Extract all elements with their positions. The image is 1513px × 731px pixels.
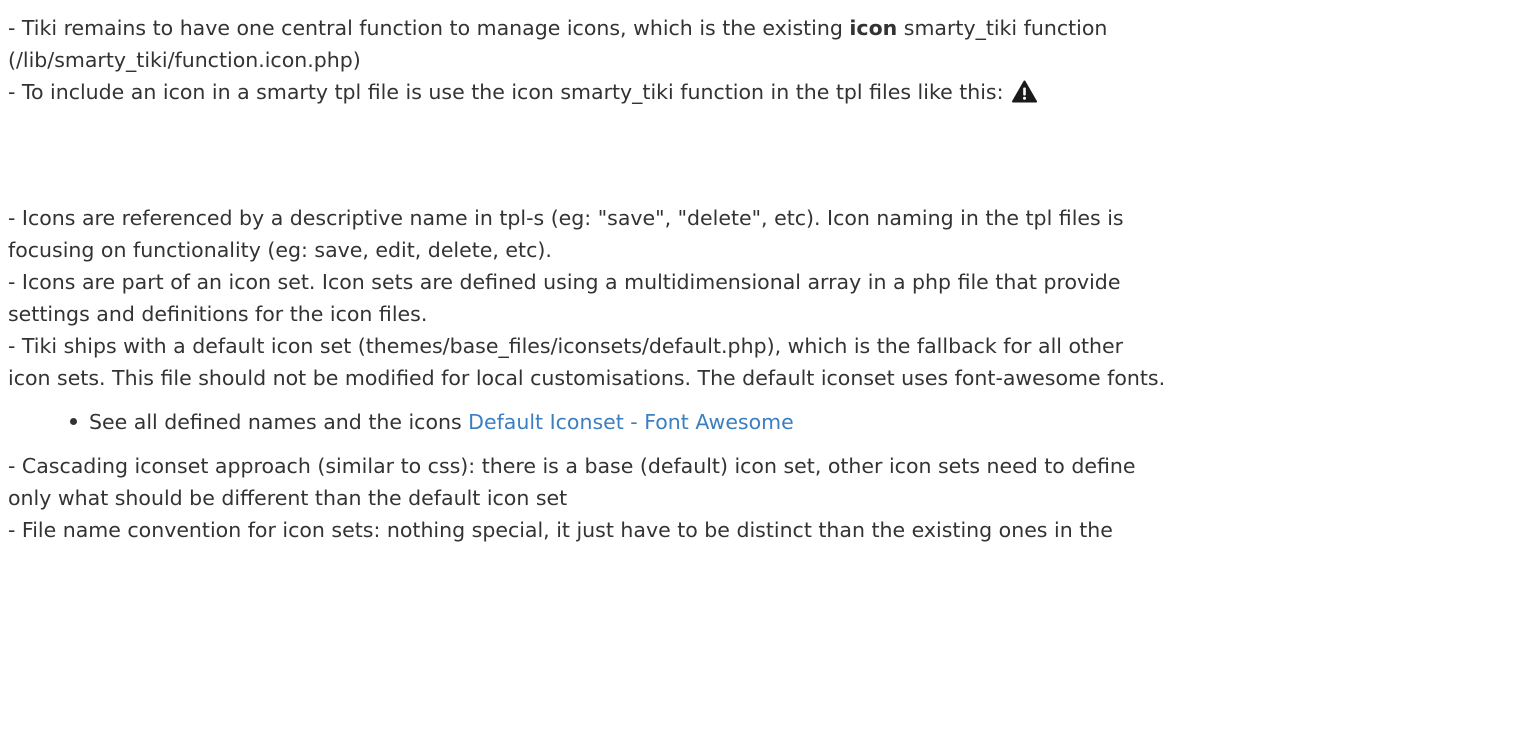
paragraph-descriptive-name-line2: focusing on functionality (eg: save, edi… bbox=[8, 238, 552, 262]
paragraph-default-set-line2: icon sets. This file should not be modif… bbox=[8, 366, 1166, 390]
bullet-text: See all defined names and the icons bbox=[89, 410, 469, 434]
paragraph-descriptive-name-line1: - Icons are referenced by a descriptive … bbox=[8, 206, 1124, 230]
text-segment: smarty_tiki function bbox=[897, 16, 1108, 40]
paragraph-central-function-line2: (/lib/smarty_tiki/function.icon.php) bbox=[8, 48, 361, 72]
paragraph-icon-set-line1: - Icons are part of an icon set. Icon se… bbox=[8, 270, 1121, 294]
bullet-icon bbox=[70, 418, 77, 425]
paragraph-cascading-line2: only what should be different than the d… bbox=[8, 486, 568, 510]
text-segment: - To include an icon in a smarty tpl fil… bbox=[8, 80, 1004, 104]
paragraph-include-icon-line1: - To include an icon in a smarty tpl fil… bbox=[8, 78, 1037, 106]
bold-term-icon: icon bbox=[849, 16, 898, 40]
paragraph-file-name-line1: - File name convention for icon sets: no… bbox=[8, 518, 1113, 542]
default-iconset-link[interactable]: Default Iconset - Font Awesome bbox=[468, 410, 794, 434]
list-item: See all defined names and the icons Defa… bbox=[70, 408, 794, 436]
paragraph-icon-set-line2: settings and definitions for the icon fi… bbox=[8, 302, 428, 326]
text-segment: - Tiki remains to have one central funct… bbox=[8, 16, 850, 40]
warning-triangle-icon bbox=[1011, 80, 1037, 103]
paragraph-cascading-line1: - Cascading iconset approach (similar to… bbox=[8, 454, 1136, 478]
paragraph-default-set-line1: - Tiki ships with a default icon set (th… bbox=[8, 334, 1124, 358]
paragraph-central-function-line1: - Tiki remains to have one central funct… bbox=[8, 14, 1107, 42]
